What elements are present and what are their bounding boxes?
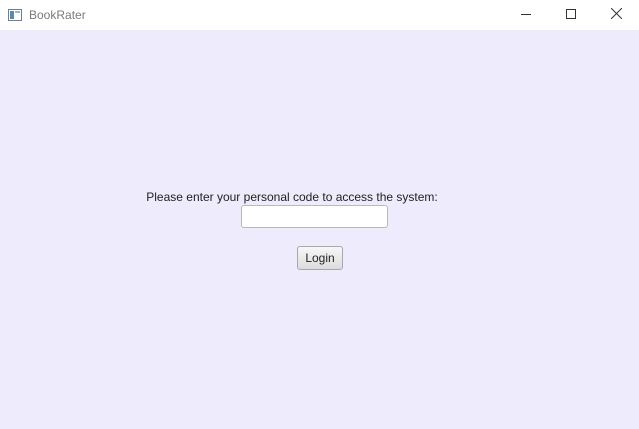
minimize-button[interactable] xyxy=(503,0,549,30)
maximize-button[interactable] xyxy=(548,0,594,30)
personal-code-input[interactable] xyxy=(241,205,388,228)
app-window: BookRater Please enter your personal cod… xyxy=(0,0,639,429)
maximize-icon xyxy=(566,6,576,24)
title-bar[interactable]: BookRater xyxy=(0,0,639,30)
close-button[interactable] xyxy=(593,0,639,30)
app-window-icon xyxy=(8,8,22,21)
minimize-icon xyxy=(521,6,531,24)
close-icon xyxy=(610,6,622,24)
login-button[interactable]: Login xyxy=(297,246,343,270)
login-panel: Please enter your personal code to acces… xyxy=(0,30,639,429)
window-title: BookRater xyxy=(29,8,86,22)
code-prompt-label: Please enter your personal code to acces… xyxy=(146,190,438,204)
